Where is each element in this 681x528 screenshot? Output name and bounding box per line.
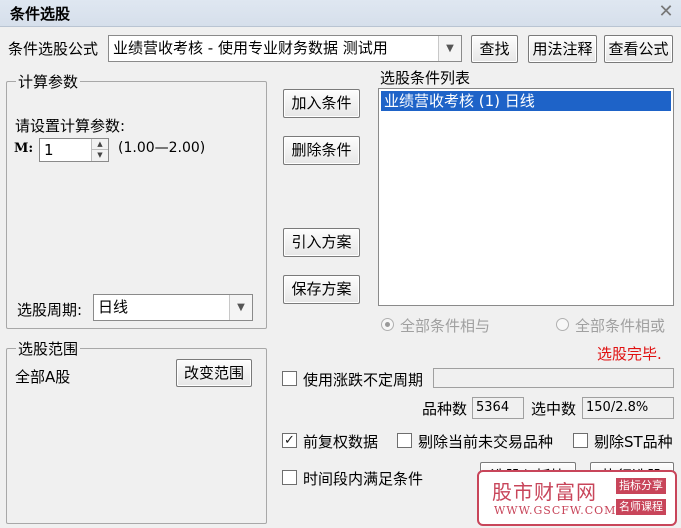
variety-count-label: 品种数: [422, 400, 468, 418]
time-range-label: 时间段内满足条件: [303, 470, 424, 488]
variety-count-value: 5364: [472, 397, 524, 419]
watermark-site-name: 股市财富网: [492, 480, 597, 504]
selected-count-value: 150/2.8%: [582, 397, 674, 419]
find-button[interactable]: 查找: [471, 35, 518, 63]
condition-list[interactable]: 业绩营收考核 (1) 日线: [378, 88, 674, 306]
params-group-title: 计算参数: [16, 71, 81, 92]
watermark-tag-1: 指标分享: [616, 478, 666, 494]
progress-bar: [433, 368, 674, 388]
watermark-tag-2: 名师课程: [616, 499, 666, 515]
scope-value: 全部A股: [15, 368, 71, 386]
watermark-url: WWW.GSCFW.COM: [494, 504, 617, 517]
change-scope-button[interactable]: 改变范围: [176, 359, 252, 387]
formula-combo-value: 业绩营收考核 - 使用专业财务数据 测试用: [113, 39, 388, 57]
period-label: 选股周期:: [17, 301, 83, 319]
chevron-down-icon[interactable]: ▼: [438, 36, 461, 61]
save-plan-button[interactable]: 保存方案: [283, 275, 360, 304]
chevron-down-icon[interactable]: ▼: [229, 295, 252, 320]
time-range-checkbox[interactable]: [282, 470, 297, 485]
or-radio[interactable]: [556, 318, 569, 331]
spin-down-icon[interactable]: ▼: [92, 150, 108, 161]
watermark-logo: 股市财富网 WWW.GSCFW.COM 指标分享 名师课程: [477, 470, 677, 526]
params-prompt: 请设置计算参数:: [15, 117, 126, 135]
param-m-label: M:: [14, 141, 34, 156]
remove-condition-button[interactable]: 删除条件: [283, 136, 360, 165]
period-combo[interactable]: 日线 ▼: [93, 294, 253, 321]
window-title: 条件选股: [10, 5, 71, 23]
forward-adjust-checkbox[interactable]: ✓: [282, 433, 297, 448]
usage-notes-button[interactable]: 用法注释: [528, 35, 597, 63]
and-radio-label: 全部条件相与: [400, 317, 491, 335]
condition-list-title: 选股条件列表: [380, 69, 471, 87]
period-combo-value: 日线: [98, 298, 129, 316]
exclude-st-label: 剔除ST品种: [594, 433, 673, 451]
import-plan-button[interactable]: 引入方案: [283, 228, 360, 257]
status-text: 选股完毕.: [597, 345, 662, 363]
close-icon[interactable]: ✕: [656, 2, 676, 22]
param-m-stepper[interactable]: 1 ▲ ▼: [39, 138, 109, 162]
exclude-untraded-checkbox[interactable]: [397, 433, 412, 448]
view-formula-button[interactable]: 查看公式: [604, 35, 673, 63]
or-radio-label: 全部条件相或: [575, 317, 666, 335]
selected-count-label: 选中数: [531, 400, 577, 418]
list-item[interactable]: 业绩营收考核 (1) 日线: [381, 91, 671, 111]
title-bar: 条件选股 ✕: [0, 0, 681, 27]
scope-group-title: 选股范围: [16, 338, 81, 359]
exclude-st-checkbox[interactable]: [573, 433, 588, 448]
variable-period-checkbox[interactable]: [282, 371, 297, 386]
formula-label: 条件选股公式: [8, 40, 99, 58]
exclude-untraded-label: 剔除当前未交易品种: [418, 433, 554, 451]
param-m-value: 1: [44, 141, 54, 159]
formula-combo[interactable]: 业绩营收考核 - 使用专业财务数据 测试用 ▼: [108, 35, 462, 62]
param-m-range: (1.00—2.00): [118, 140, 206, 156]
variable-period-label: 使用涨跌不定周期: [303, 371, 424, 389]
add-condition-button[interactable]: 加入条件: [283, 89, 360, 118]
spin-buttons[interactable]: ▲ ▼: [91, 139, 108, 161]
and-radio[interactable]: [381, 318, 394, 331]
spin-up-icon[interactable]: ▲: [92, 139, 108, 150]
forward-adjust-label: 前复权数据: [303, 433, 379, 451]
